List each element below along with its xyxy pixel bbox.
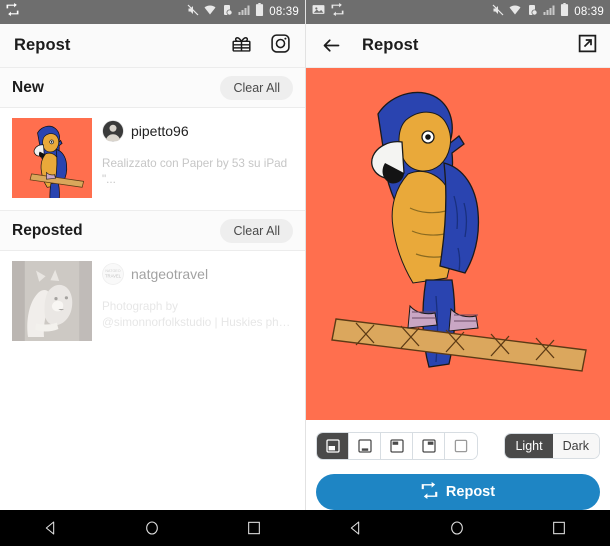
repost-icon <box>331 3 344 21</box>
wifi-icon <box>509 3 521 21</box>
mute-icon <box>187 3 199 21</box>
repost-icon <box>6 3 19 21</box>
back-arrow-icon[interactable] <box>318 33 344 59</box>
right-panel: 08:39 Repost Light Dark Repost <box>305 0 610 510</box>
list-item[interactable]: NATGEO TRAVEL natgeotravel Photograph by… <box>0 251 305 353</box>
section-reposted: Reposted Clear All NATGEO TRAVEL natgeot… <box>0 211 305 353</box>
section-header: New Clear All <box>0 68 305 108</box>
theme-light-button[interactable]: Light <box>505 434 553 458</box>
post-preview-image[interactable] <box>306 68 610 420</box>
status-bar-clock: 08:39 <box>269 6 299 18</box>
external-link-icon[interactable] <box>577 33 598 59</box>
repost-button[interactable]: Repost <box>316 474 600 510</box>
signal-icon <box>238 3 250 21</box>
mute-icon <box>492 3 504 21</box>
post-caption: Realizzato con Paper by 53 su iPad "... <box>102 157 288 186</box>
page-title: Repost <box>362 36 419 54</box>
post-body: pipetto96 Realizzato con Paper by 53 su … <box>102 118 293 198</box>
left-panel: 08:39 Repost New Clear All pipetto96 Rea… <box>0 0 305 510</box>
vibrate-icon <box>221 3 233 21</box>
position-top-left-button[interactable] <box>381 433 413 459</box>
android-navigation-bar <box>0 510 610 546</box>
right-app-bar: Repost <box>306 24 610 68</box>
back-nav-icon[interactable] <box>338 510 374 546</box>
clear-all-button-reposted[interactable]: Clear All <box>220 218 293 243</box>
nav-group-right <box>305 510 610 546</box>
status-bar-clock: 08:39 <box>574 6 604 18</box>
theme-toggle: Light Dark <box>504 433 600 459</box>
status-bar-left: 08:39 <box>0 0 305 24</box>
vibrate-icon <box>526 3 538 21</box>
battery-icon <box>560 3 569 21</box>
home-nav-icon[interactable] <box>134 510 170 546</box>
post-body: NATGEO TRAVEL natgeotravel Photograph by… <box>102 261 293 341</box>
position-bottom-center-button[interactable] <box>349 433 381 459</box>
left-app-bar: Repost <box>0 24 305 68</box>
position-bottom-left-button[interactable] <box>317 433 349 459</box>
back-nav-icon[interactable] <box>33 510 69 546</box>
post-user[interactable]: pipetto96 <box>102 120 293 142</box>
status-bar-notification-icons <box>6 3 19 21</box>
avatar <box>102 120 124 142</box>
nav-group-left <box>0 510 305 546</box>
position-none-button[interactable] <box>445 433 477 459</box>
watermark-controls: Light Dark <box>306 420 610 460</box>
page-title: Repost <box>14 36 71 54</box>
avatar: NATGEO TRAVEL <box>102 263 124 285</box>
status-bar-system-icons: 08:39 <box>187 3 299 21</box>
username: natgeotravel <box>131 266 209 282</box>
username: pipetto96 <box>131 123 189 139</box>
section-title: New <box>12 78 44 96</box>
section-new: New Clear All pipetto96 Realizzato con P… <box>0 68 305 211</box>
svg-text:NATGEO: NATGEO <box>105 269 120 273</box>
home-nav-icon[interactable] <box>439 510 475 546</box>
signal-icon <box>543 3 555 21</box>
section-title: Reposted <box>12 221 83 239</box>
position-top-right-button[interactable] <box>413 433 445 459</box>
recents-nav-icon[interactable] <box>236 510 272 546</box>
svg-text:TRAVEL: TRAVEL <box>105 274 122 279</box>
left-app-bar-actions <box>231 33 291 59</box>
recents-nav-icon[interactable] <box>541 510 577 546</box>
section-header: Reposted Clear All <box>0 211 305 251</box>
gift-icon[interactable] <box>231 33 252 59</box>
status-bar-notification-icons <box>312 3 344 21</box>
app-screenshot: 08:39 Repost New Clear All pipetto96 Rea… <box>0 0 610 546</box>
right-app-bar-actions <box>577 33 598 59</box>
list-item[interactable]: pipetto96 Realizzato con Paper by 53 su … <box>0 108 305 210</box>
image-icon <box>312 3 325 21</box>
repost-icon <box>421 481 438 503</box>
battery-icon <box>255 3 264 21</box>
repost-button-label: Repost <box>445 484 496 500</box>
status-bar-system-icons: 08:39 <box>492 3 604 21</box>
post-user[interactable]: NATGEO TRAVEL natgeotravel <box>102 263 293 285</box>
theme-dark-button[interactable]: Dark <box>552 434 599 458</box>
clear-all-button-new[interactable]: Clear All <box>220 75 293 100</box>
status-bar-right: 08:39 <box>306 0 610 24</box>
instagram-icon[interactable] <box>270 33 291 59</box>
husky-thumbnail[interactable] <box>12 261 92 341</box>
parrot-thumbnail[interactable] <box>12 118 92 198</box>
watermark-position-group <box>316 432 478 460</box>
wifi-icon <box>204 3 216 21</box>
post-caption: Photograph by @simonnorfolkstudio | Husk… <box>102 300 291 329</box>
